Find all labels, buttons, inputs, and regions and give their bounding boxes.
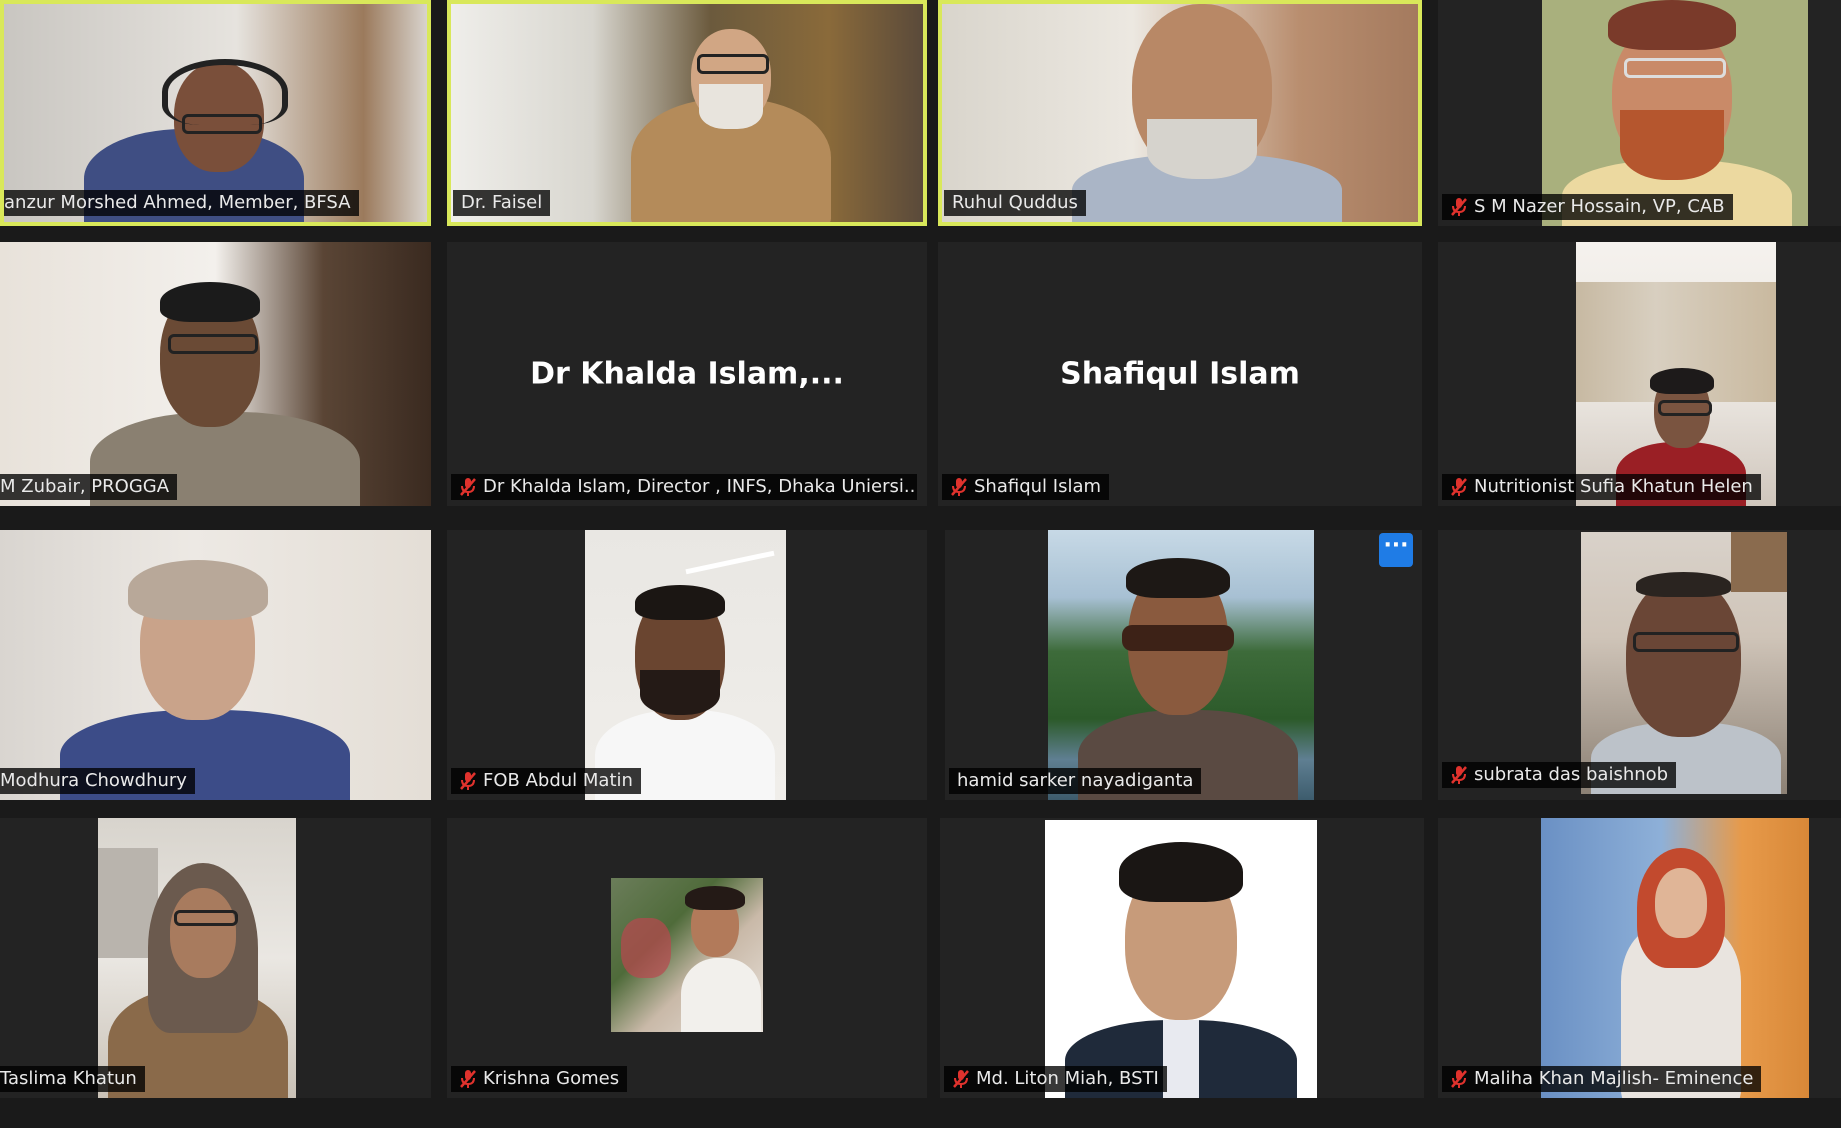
participant-name-tag: Modhura Chowdhury bbox=[0, 768, 195, 794]
participant-name: subrata das baishnob bbox=[1474, 764, 1669, 785]
participant-name: Nutritionist Sufia Khatun Helen bbox=[1474, 476, 1753, 497]
participant-tile[interactable]: M Zubair, PROGGA bbox=[0, 242, 431, 506]
participant-video bbox=[1576, 242, 1776, 506]
participant-name-tag: Krishna Gomes bbox=[451, 1066, 628, 1092]
gallery-view: anzur Morshed Ahmed, Member, BFSA Dr. Fa… bbox=[0, 0, 1841, 1128]
participant-tile[interactable]: Maliha Khan Majlish- Eminence bbox=[1438, 818, 1841, 1098]
participant-name: M Zubair, PROGGA bbox=[0, 476, 170, 497]
more-options-icon: ··· bbox=[1383, 533, 1409, 558]
participant-video bbox=[98, 818, 296, 1098]
participant-name-tag: Taslima Khatun bbox=[0, 1066, 145, 1092]
participant-tile[interactable]: Md. Liton Miah, BSTI bbox=[940, 818, 1424, 1098]
mic-muted-icon bbox=[459, 477, 477, 497]
participant-tile[interactable]: Nutritionist Sufia Khatun Helen bbox=[1438, 242, 1841, 506]
mic-muted-icon bbox=[459, 1069, 477, 1089]
participant-name: hamid sarker nayadiganta bbox=[957, 770, 1194, 791]
participant-video bbox=[1045, 820, 1317, 1098]
mic-muted-icon bbox=[1450, 765, 1468, 785]
participant-tile[interactable]: ··· hamid sarker nayadiganta bbox=[945, 530, 1422, 800]
participant-video bbox=[1581, 532, 1787, 794]
participant-video bbox=[1048, 530, 1314, 800]
participant-name-tag: M Zubair, PROGGA bbox=[0, 474, 178, 500]
participant-tile[interactable]: Taslima Khatun bbox=[0, 818, 431, 1098]
mic-muted-icon bbox=[952, 1069, 970, 1089]
mic-muted-icon bbox=[1450, 477, 1468, 497]
participant-tile[interactable]: Shafiqul Islam Shafiqul Islam bbox=[938, 242, 1422, 506]
participant-tile[interactable]: Dr Khalda Islam,... Dr Khalda Islam, Dir… bbox=[447, 242, 927, 506]
participant-name-tag: hamid sarker nayadiganta bbox=[949, 768, 1202, 794]
participant-name: Modhura Chowdhury bbox=[0, 770, 187, 791]
participant-name-tag: FOB Abdul Matin bbox=[451, 768, 641, 794]
participant-video bbox=[1541, 818, 1809, 1098]
participant-name-tag: subrata das baishnob bbox=[1442, 762, 1677, 788]
participant-name: Dr Khalda Islam, Director , INFS, Dhaka … bbox=[483, 476, 917, 497]
participant-tile[interactable]: FOB Abdul Matin bbox=[447, 530, 927, 800]
participant-name: S M Nazer Hossain, VP, CAB bbox=[1474, 196, 1725, 217]
participant-name-tag: Md. Liton Miah, BSTI bbox=[944, 1066, 1167, 1092]
participant-tile[interactable]: Ruhul Quddus bbox=[938, 0, 1422, 226]
participant-name-tag: Maliha Khan Majlish- Eminence bbox=[1442, 1066, 1762, 1092]
participant-video bbox=[1542, 0, 1808, 226]
participant-name: Ruhul Quddus bbox=[952, 192, 1078, 213]
participant-tile[interactable]: subrata das baishnob bbox=[1438, 530, 1841, 800]
participant-video bbox=[0, 530, 431, 800]
participant-name-tag: Shafiqul Islam bbox=[942, 474, 1110, 500]
participant-video bbox=[585, 530, 786, 800]
participant-name: FOB Abdul Matin bbox=[483, 770, 633, 791]
more-options-button[interactable]: ··· bbox=[1379, 533, 1413, 567]
participant-tile[interactable]: anzur Morshed Ahmed, Member, BFSA bbox=[0, 0, 431, 226]
participant-name: Dr. Faisel bbox=[461, 192, 543, 213]
mic-muted-icon bbox=[459, 771, 477, 791]
participant-display-name: Dr Khalda Islam,... bbox=[530, 356, 844, 392]
participant-tile[interactable]: S M Nazer Hossain, VP, CAB bbox=[1438, 0, 1841, 226]
participant-name-tag: anzur Morshed Ahmed, Member, BFSA bbox=[4, 190, 359, 216]
participant-video bbox=[611, 878, 763, 1032]
participant-name-tag: Dr. Faisel bbox=[453, 190, 551, 216]
participant-tile[interactable]: Dr. Faisel bbox=[447, 0, 927, 226]
mic-muted-icon bbox=[1450, 197, 1468, 217]
participant-name: Shafiqul Islam bbox=[974, 476, 1102, 497]
participant-name-tag: S M Nazer Hossain, VP, CAB bbox=[1442, 194, 1733, 220]
participant-name-tag: Ruhul Quddus bbox=[944, 190, 1086, 216]
participant-name-tag: Nutritionist Sufia Khatun Helen bbox=[1442, 474, 1761, 500]
participant-tile[interactable]: Krishna Gomes bbox=[447, 818, 927, 1098]
participant-name: Maliha Khan Majlish- Eminence bbox=[1474, 1068, 1754, 1089]
participant-name: Krishna Gomes bbox=[483, 1068, 620, 1089]
participant-tile[interactable]: Modhura Chowdhury bbox=[0, 530, 431, 800]
participant-name: anzur Morshed Ahmed, Member, BFSA bbox=[4, 192, 351, 213]
participant-name: Md. Liton Miah, BSTI bbox=[976, 1068, 1159, 1089]
participant-video bbox=[0, 242, 431, 506]
participant-name-tag: Dr Khalda Islam, Director , INFS, Dhaka … bbox=[451, 474, 917, 500]
mic-muted-icon bbox=[950, 477, 968, 497]
mic-muted-icon bbox=[1450, 1069, 1468, 1089]
participant-display-name: Shafiqul Islam bbox=[1060, 356, 1300, 392]
participant-name: Taslima Khatun bbox=[0, 1068, 137, 1089]
